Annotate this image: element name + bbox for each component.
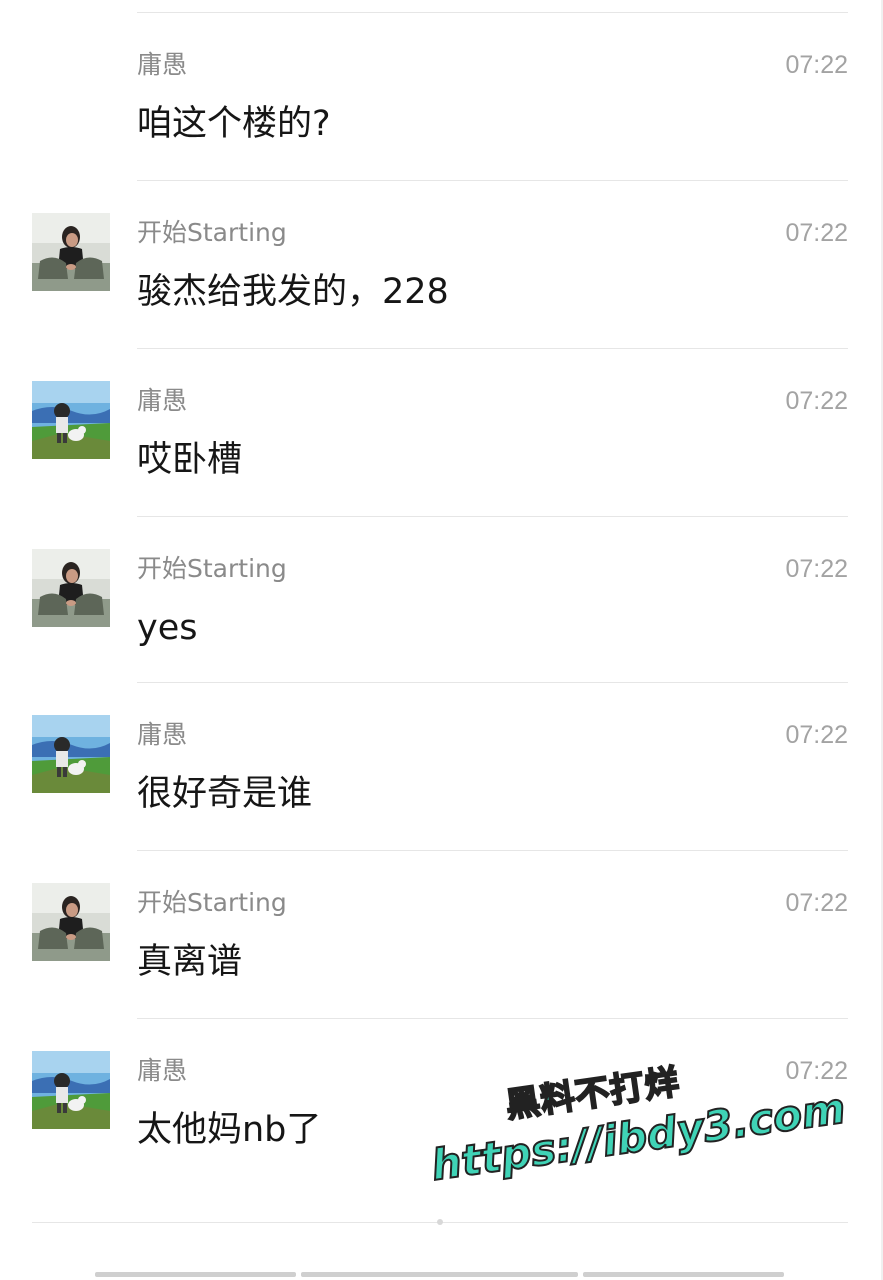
cartoon-avatar-icon (32, 715, 110, 793)
message-item[interactable]: 庸愚 07:22 很好奇是谁 (0, 683, 883, 851)
cartoon-avatar-icon (32, 1051, 110, 1129)
sender-name: 庸愚 (137, 386, 188, 415)
sender-name: 开始Starting (137, 888, 287, 917)
page-indicator-dot (437, 1219, 443, 1225)
sender-name: 开始Starting (137, 554, 287, 583)
message-text: 太他妈nb了 (137, 1110, 322, 1150)
avatar[interactable] (32, 883, 110, 961)
message-item[interactable]: 庸愚 07:22 哎卧槽 (0, 349, 883, 517)
person-avatar-icon (32, 883, 110, 961)
scrollbar-segment[interactable] (95, 1272, 296, 1277)
message-item[interactable]: 庸愚 07:22 太他妈nb了 (0, 1019, 883, 1187)
avatar[interactable] (32, 213, 110, 291)
sender-name: 庸愚 (137, 720, 188, 749)
message-time: 07:22 (785, 51, 848, 79)
scrollbar-segment[interactable] (583, 1272, 784, 1277)
message-time: 07:22 (785, 889, 848, 917)
message-text: yes (137, 608, 198, 648)
message-item[interactable]: 开始Starting 07:22 真离谱 (0, 851, 883, 1019)
message-text: 咱这个楼的? (137, 104, 331, 144)
sender-name: 开始Starting (137, 218, 287, 247)
message-time: 07:22 (785, 1057, 848, 1085)
message-item[interactable]: 庸愚 07:22 咱这个楼的? (0, 13, 883, 181)
avatar[interactable] (32, 381, 110, 459)
message-item[interactable]: 开始Starting 07:22 yes (0, 517, 883, 683)
message-text: 哎卧槽 (137, 440, 243, 480)
message-text: 真离谱 (137, 942, 243, 982)
message-time: 07:22 (785, 219, 848, 247)
avatar[interactable] (32, 1051, 110, 1129)
cartoon-avatar-icon (32, 381, 110, 459)
person-avatar-icon (32, 213, 110, 291)
sender-name: 庸愚 (137, 1056, 188, 1085)
avatar[interactable] (32, 549, 110, 627)
avatar[interactable] (32, 715, 110, 793)
message-text: 很好奇是谁 (137, 774, 313, 814)
message-time: 07:22 (785, 387, 848, 415)
sender-name: 庸愚 (137, 50, 188, 79)
message-time: 07:22 (785, 721, 848, 749)
message-text: 骏杰给我发的，228 (137, 272, 449, 312)
person-avatar-icon (32, 549, 110, 627)
message-time: 07:22 (785, 555, 848, 583)
scrollbar-segment[interactable] (301, 1272, 578, 1277)
message-list[interactable]: 庸愚 07:22 咱这个楼的? 开始Starting 07:22 骏杰给我发的，… (0, 13, 883, 1187)
message-item[interactable]: 开始Starting 07:22 骏杰给我发的，228 (0, 181, 883, 349)
